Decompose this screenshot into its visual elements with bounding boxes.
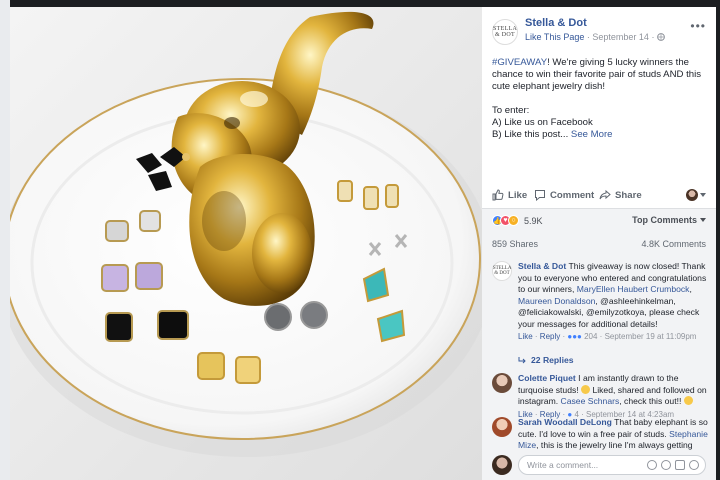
comment-text: , this is the jewelry line I'm always ge…: [536, 440, 693, 450]
reaction-count: 5.9K: [524, 215, 543, 226]
page-name-link[interactable]: Stella & Dot: [525, 17, 587, 29]
post-as-selector[interactable]: [686, 189, 706, 201]
comment-placeholder: Write a comment...: [527, 460, 599, 470]
commenter-avatar[interactable]: STELLA & DOT: [492, 261, 512, 281]
comment-label: Comment: [550, 189, 595, 201]
wow-reaction-icon: ○: [508, 215, 519, 226]
comment-sort-dropdown[interactable]: Top Comments: [632, 215, 706, 225]
composer-icons: [647, 460, 699, 470]
see-more-link[interactable]: See More: [571, 129, 613, 140]
comment-button[interactable]: Comment: [534, 189, 594, 201]
page-edge: [0, 0, 10, 480]
like-page-link[interactable]: Like This Page: [525, 32, 584, 42]
mention-link[interactable]: Maureen Donaldson: [518, 296, 595, 306]
gif-icon[interactable]: [675, 460, 685, 470]
share-label: Share: [615, 189, 642, 201]
sort-label: Top Comments: [632, 215, 697, 225]
chevron-down-icon: [700, 193, 706, 197]
comments-count[interactable]: 4.8K Comments: [641, 239, 706, 249]
comment-body: Sarah Woodall DeLong That baby elephant …: [518, 417, 714, 452]
post-action-bar: Like Comment Share: [482, 181, 716, 209]
entry-step-b: B) Like this post...: [492, 129, 569, 140]
sticker-icon[interactable]: [689, 460, 699, 470]
facebook-photo-viewer: STELLA & DOT Stella & Dot Like This Page…: [0, 0, 720, 480]
comment-text: , check this out!!: [619, 396, 684, 406]
post-side-panel: STELLA & DOT Stella & Dot Like This Page…: [482, 7, 716, 480]
page-avatar[interactable]: STELLA & DOT: [492, 19, 518, 45]
post-header: STELLA & DOT Stella & Dot Like This Page…: [482, 7, 716, 51]
commenter-avatar[interactable]: [492, 417, 512, 437]
commenter-name[interactable]: Colette Piquet: [518, 373, 576, 383]
page-logo-text: STELLA & DOT: [493, 26, 518, 38]
comment-bubble-icon: [535, 190, 545, 201]
like-label: Like: [508, 189, 528, 201]
commenter-name[interactable]: Sarah Woodall DeLong: [518, 417, 612, 427]
mention-link[interactable]: MaryEllen Haubert Crumbock: [577, 284, 690, 294]
reply-arrow-icon: [518, 356, 526, 363]
post-message: #GIVEAWAY! We're giving 5 lucky winners …: [492, 57, 710, 141]
comment-like-link[interactable]: Like: [518, 332, 533, 341]
like-button[interactable]: Like: [492, 189, 527, 201]
view-replies-link[interactable]: 22 Replies: [518, 355, 574, 365]
more-options-icon[interactable]: •••: [690, 19, 706, 33]
comment-date[interactable]: September 19 at 11:09pm: [605, 332, 697, 341]
smile-emoji-icon: [683, 396, 693, 405]
globe-icon: [657, 33, 665, 41]
reactions-summary[interactable]: 👍 ♥ ○ 5.9K: [492, 215, 543, 226]
commenter-name[interactable]: Stella & Dot: [518, 261, 566, 271]
thumbs-up-icon: [492, 189, 504, 201]
share-arrow-icon: [599, 189, 611, 200]
chevron-down-icon: [700, 218, 706, 222]
reaction-icons: ●●●: [567, 332, 582, 341]
entry-step-a: A) Like us on Facebook: [492, 117, 593, 128]
replies-label: 22 Replies: [531, 355, 574, 365]
post-subheader: Like This Page · September 14 ·: [525, 32, 665, 42]
comment-composer: Write a comment...: [492, 454, 706, 476]
smile-emoji-icon: [581, 384, 591, 394]
comment-reaction-count: 204: [584, 332, 598, 341]
comment-body: Colette Piquet I am instantly drawn to t…: [518, 373, 714, 420]
post-date[interactable]: September 14: [592, 32, 649, 42]
viewer-edge: [716, 0, 720, 480]
share-button[interactable]: Share: [599, 189, 642, 201]
to-enter-label: To enter:: [492, 105, 530, 116]
user-avatar: [492, 455, 512, 475]
comment-meta: Like · Reply · ●●● 204 · September 19 at…: [518, 332, 697, 341]
camera-icon[interactable]: [661, 460, 671, 470]
comment-input[interactable]: Write a comment...: [518, 455, 706, 475]
comment-text: ,: [689, 284, 692, 294]
hashtag-link[interactable]: #GIVEAWAY: [492, 57, 547, 68]
mention-link[interactable]: Casee Schnars: [561, 396, 620, 406]
photo-illustration: [10, 7, 482, 480]
comments-section: 👍 ♥ ○ 5.9K Top Comments 859 Shares 4.8K …: [482, 209, 716, 480]
page-logo-text: STELLA & DOT: [492, 266, 512, 276]
user-avatar: [686, 189, 698, 201]
commenter-avatar[interactable]: [492, 373, 512, 393]
comment-body: Stella & Dot This giveaway is now closed…: [518, 261, 714, 342]
emoji-icon[interactable]: [647, 460, 657, 470]
post-photo[interactable]: [10, 7, 482, 480]
comment-reply-link[interactable]: Reply: [540, 332, 560, 341]
shares-count[interactable]: 859 Shares: [492, 239, 538, 249]
